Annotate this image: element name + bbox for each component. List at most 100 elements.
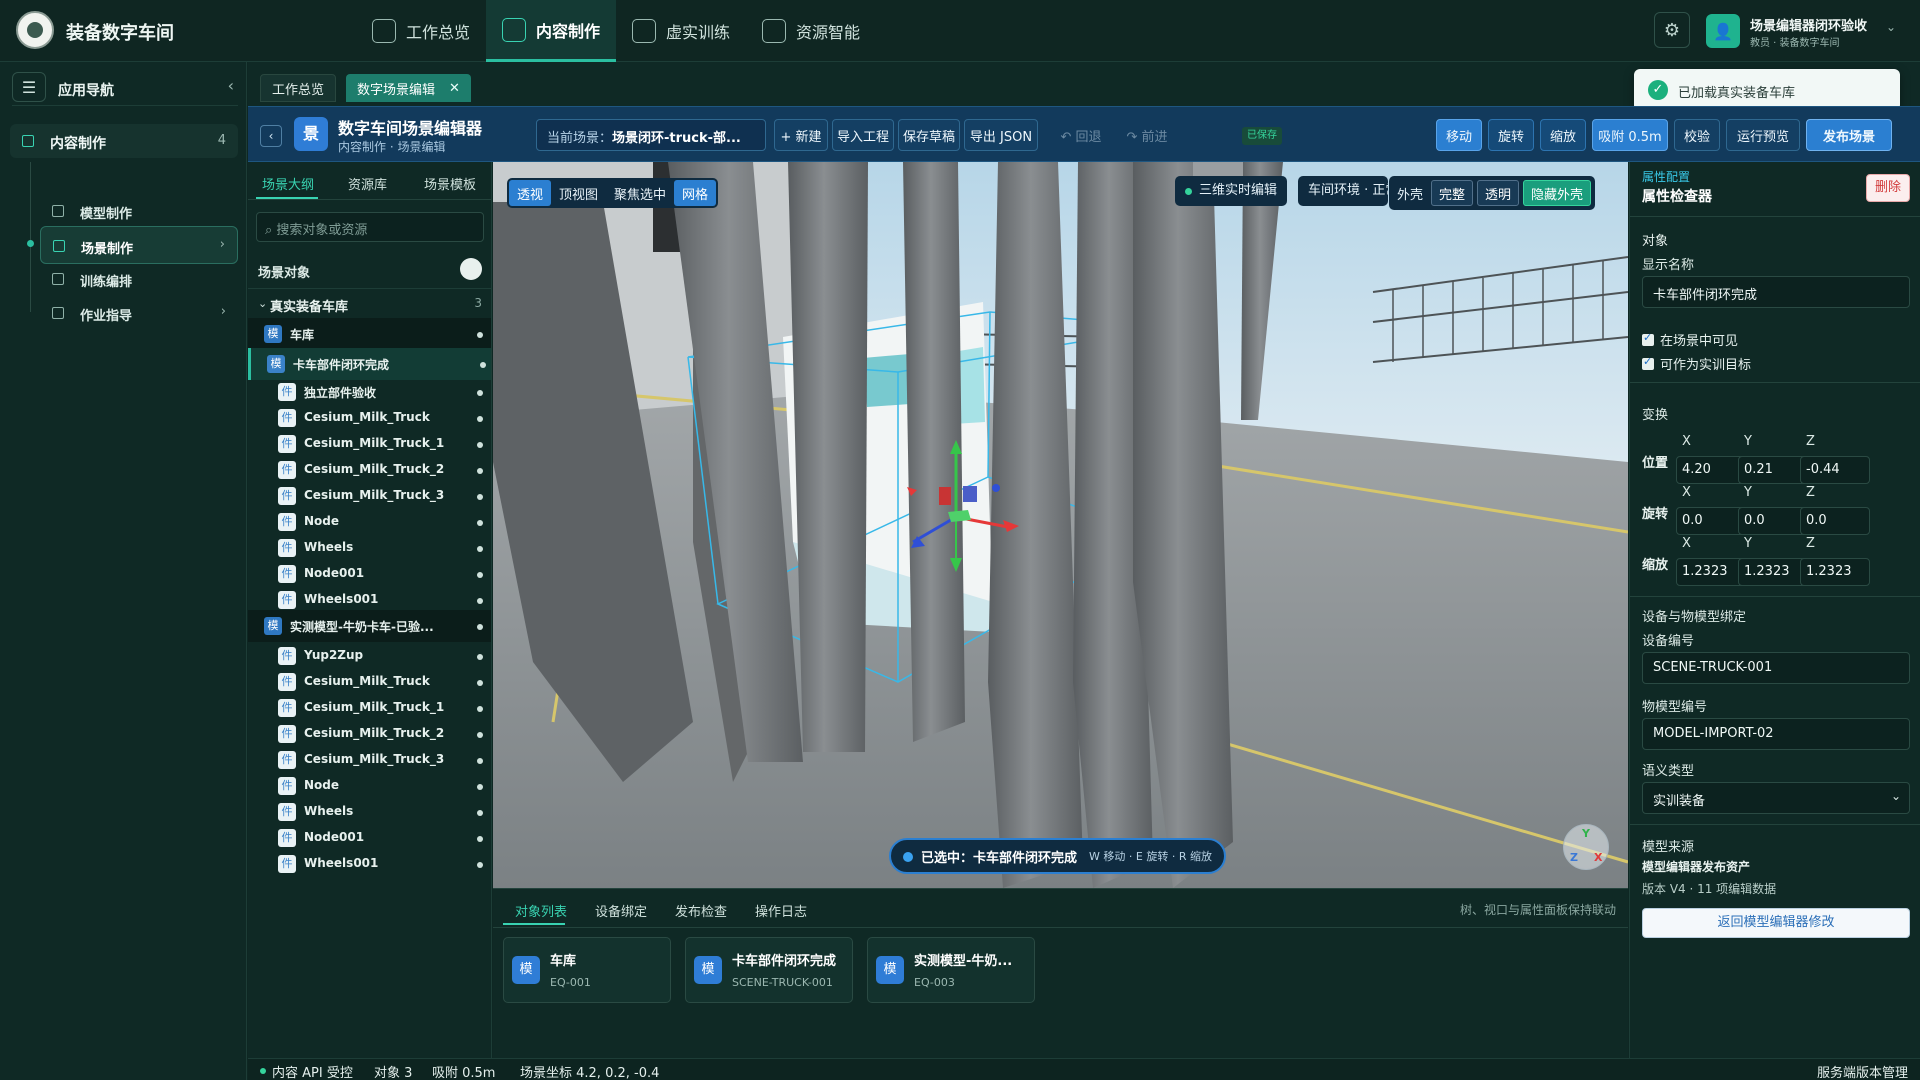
top-view-button[interactable]: 顶视图: [551, 180, 606, 206]
scale-y-input[interactable]: 1.2323: [1738, 558, 1808, 586]
import-button[interactable]: 导入工程: [832, 119, 894, 151]
topnav-content[interactable]: 内容制作: [486, 0, 617, 62]
visibility-dot-icon[interactable]: [477, 810, 483, 816]
visibility-dot-icon[interactable]: [477, 758, 483, 764]
training-target-checkbox[interactable]: 可作为实训目标: [1642, 354, 1751, 373]
visibility-dot-icon[interactable]: [477, 332, 483, 338]
visibility-dot-icon[interactable]: [477, 494, 483, 500]
tab-library[interactable]: 资源库: [348, 174, 387, 193]
sidebar-item-scene[interactable]: 场景制作 ›: [40, 226, 238, 264]
move-tool-button[interactable]: 移动: [1436, 119, 1482, 151]
tab-object-list[interactable]: 对象列表: [515, 901, 567, 920]
delete-button[interactable]: 删除: [1866, 174, 1910, 202]
rotation-x-input[interactable]: 0.0: [1676, 507, 1746, 535]
visibility-dot-icon[interactable]: [477, 706, 483, 712]
3d-viewport[interactable]: 透视 顶视图 聚焦选中 网格 三维实时编辑 车间环境 · 正常 外壳 完整 透明…: [493, 162, 1628, 888]
sidebar-item-model[interactable]: 模型制作: [40, 192, 238, 230]
search-input[interactable]: ⌕ 搜索对象或资源: [256, 212, 484, 242]
object-card[interactable]: 模 车库 EQ-001: [503, 937, 671, 1003]
visibility-dot-icon[interactable]: [477, 442, 483, 448]
visibility-dot-icon[interactable]: [477, 784, 483, 790]
visibility-dot-icon[interactable]: [477, 546, 483, 552]
avatar[interactable]: 👤: [1706, 14, 1740, 48]
visibility-dot-icon[interactable]: [477, 732, 483, 738]
outline-group[interactable]: ⌄ 真实装备车库 3: [248, 288, 491, 318]
semantic-type-select[interactable]: 实训装备 ⌄: [1642, 782, 1910, 814]
object-card[interactable]: 模 卡车部件闭环完成 SCENE-TRUCK-001: [685, 937, 853, 1003]
topnav-training[interactable]: 虚实训练: [616, 0, 746, 62]
visibility-dot-icon[interactable]: [477, 520, 483, 526]
shell-full-button[interactable]: 完整: [1431, 180, 1474, 206]
tab-publish-check[interactable]: 发布检查: [675, 901, 727, 920]
visibility-dot-icon[interactable]: [477, 654, 483, 660]
shell-hide-button[interactable]: 隐藏外壳: [1523, 180, 1592, 206]
object-card[interactable]: 模 实测模型-牛奶... EQ-003: [867, 937, 1035, 1003]
focus-selection-button[interactable]: 聚焦选中: [606, 180, 674, 206]
check-icon: ✓: [1648, 80, 1668, 100]
validate-button[interactable]: 校验: [1674, 119, 1720, 151]
tab-overview[interactable]: 工作总览: [260, 74, 337, 102]
snap-button[interactable]: 吸附 0.5m: [1592, 119, 1668, 151]
tab-templates[interactable]: 场景模板: [424, 174, 476, 193]
rotate-tool-button[interactable]: 旋转: [1488, 119, 1534, 151]
sidebar-item-training[interactable]: 训练编排: [40, 260, 238, 298]
perspective-button[interactable]: 透视: [509, 180, 552, 206]
save-draft-button[interactable]: 保存草稿: [898, 119, 960, 151]
export-json-button[interactable]: 导出 JSON: [964, 119, 1038, 151]
nav-group-content[interactable]: 内容制作 4: [10, 124, 238, 158]
tab-device-binding[interactable]: 设备绑定: [595, 901, 647, 920]
redo-button[interactable]: ↷ 前进: [1120, 119, 1174, 151]
tab-scene-editor[interactable]: 数字场景编辑 ✕: [346, 74, 471, 102]
part-icon: 件: [278, 829, 296, 847]
device-id-field[interactable]: SCENE-TRUCK-001: [1642, 652, 1910, 684]
publish-button[interactable]: 发布场景: [1806, 119, 1892, 151]
visibility-dot-icon[interactable]: [477, 680, 483, 686]
user-name[interactable]: 场景编辑器闭环验收: [1750, 15, 1867, 34]
topnav-resources[interactable]: 资源智能: [746, 0, 876, 62]
new-button[interactable]: + 新建: [774, 119, 828, 151]
close-icon[interactable]: ✕: [449, 81, 460, 96]
grid-toggle-button[interactable]: 网格: [674, 180, 717, 206]
undo-button[interactable]: ↶ 回退: [1054, 119, 1108, 151]
rotation-z-input[interactable]: 0.0: [1800, 507, 1870, 535]
position-x-input[interactable]: 4.20: [1676, 456, 1746, 484]
scale-tool-button[interactable]: 缩放: [1540, 119, 1586, 151]
scale-z-input[interactable]: 1.2323: [1800, 558, 1870, 586]
outline-object-item[interactable]: 模车库: [248, 318, 491, 350]
return-to-model-editor-button[interactable]: 返回模型编辑器修改: [1642, 908, 1910, 938]
scale-x-input[interactable]: 1.2323: [1676, 558, 1746, 586]
visibility-dot-icon[interactable]: [477, 390, 483, 396]
position-z-input[interactable]: -0.44: [1800, 456, 1870, 484]
chevron-down-icon[interactable]: ⌄: [1886, 20, 1896, 34]
visibility-dot-icon[interactable]: [477, 468, 483, 474]
collapse-icon[interactable]: ‹: [228, 76, 234, 95]
visibility-dot-icon[interactable]: [477, 572, 483, 578]
settings-button[interactable]: ⚙: [1654, 12, 1690, 48]
orientation-gizmo[interactable]: Y Z X: [1563, 824, 1609, 870]
position-y-input[interactable]: 0.21: [1738, 456, 1808, 484]
outline-object-item[interactable]: 模实测模型-牛奶卡车-已验...: [248, 610, 491, 642]
preview-button[interactable]: 运行预览: [1726, 119, 1800, 151]
visibility-dot-icon[interactable]: [480, 362, 486, 368]
back-button[interactable]: ‹: [260, 125, 282, 147]
menu-button[interactable]: ☰: [12, 72, 46, 102]
visible-checkbox[interactable]: 在场景中可见: [1642, 330, 1738, 349]
visibility-dot-icon[interactable]: [477, 862, 483, 868]
rotation-y-input[interactable]: 0.0: [1738, 507, 1808, 535]
visibility-dot-icon[interactable]: [477, 416, 483, 422]
visibility-dot-icon[interactable]: [477, 836, 483, 842]
outline-child-item[interactable]: 件 Wheels001: [248, 848, 491, 880]
shell-transparent-button[interactable]: 透明: [1477, 180, 1520, 206]
model-id-field[interactable]: MODEL-IMPORT-02: [1642, 718, 1910, 750]
visibility-dot-icon[interactable]: [477, 624, 483, 630]
nav-title: 应用导航: [58, 83, 114, 99]
scene-selector[interactable]: 当前场景：场景闭环-truck-部...: [536, 119, 766, 151]
tab-operation-log[interactable]: 操作日志: [755, 901, 807, 920]
visibility-toggle[interactable]: [460, 258, 482, 280]
version-management[interactable]: 服务端版本管理: [1817, 1062, 1908, 1080]
tab-outline[interactable]: 场景大纲: [262, 174, 314, 193]
visibility-dot-icon[interactable]: [477, 598, 483, 604]
display-name-field[interactable]: 卡车部件闭环完成: [1642, 276, 1910, 308]
sidebar-item-guide[interactable]: 作业指导 ›: [40, 294, 238, 332]
topnav-overview[interactable]: 工作总览: [356, 0, 486, 62]
